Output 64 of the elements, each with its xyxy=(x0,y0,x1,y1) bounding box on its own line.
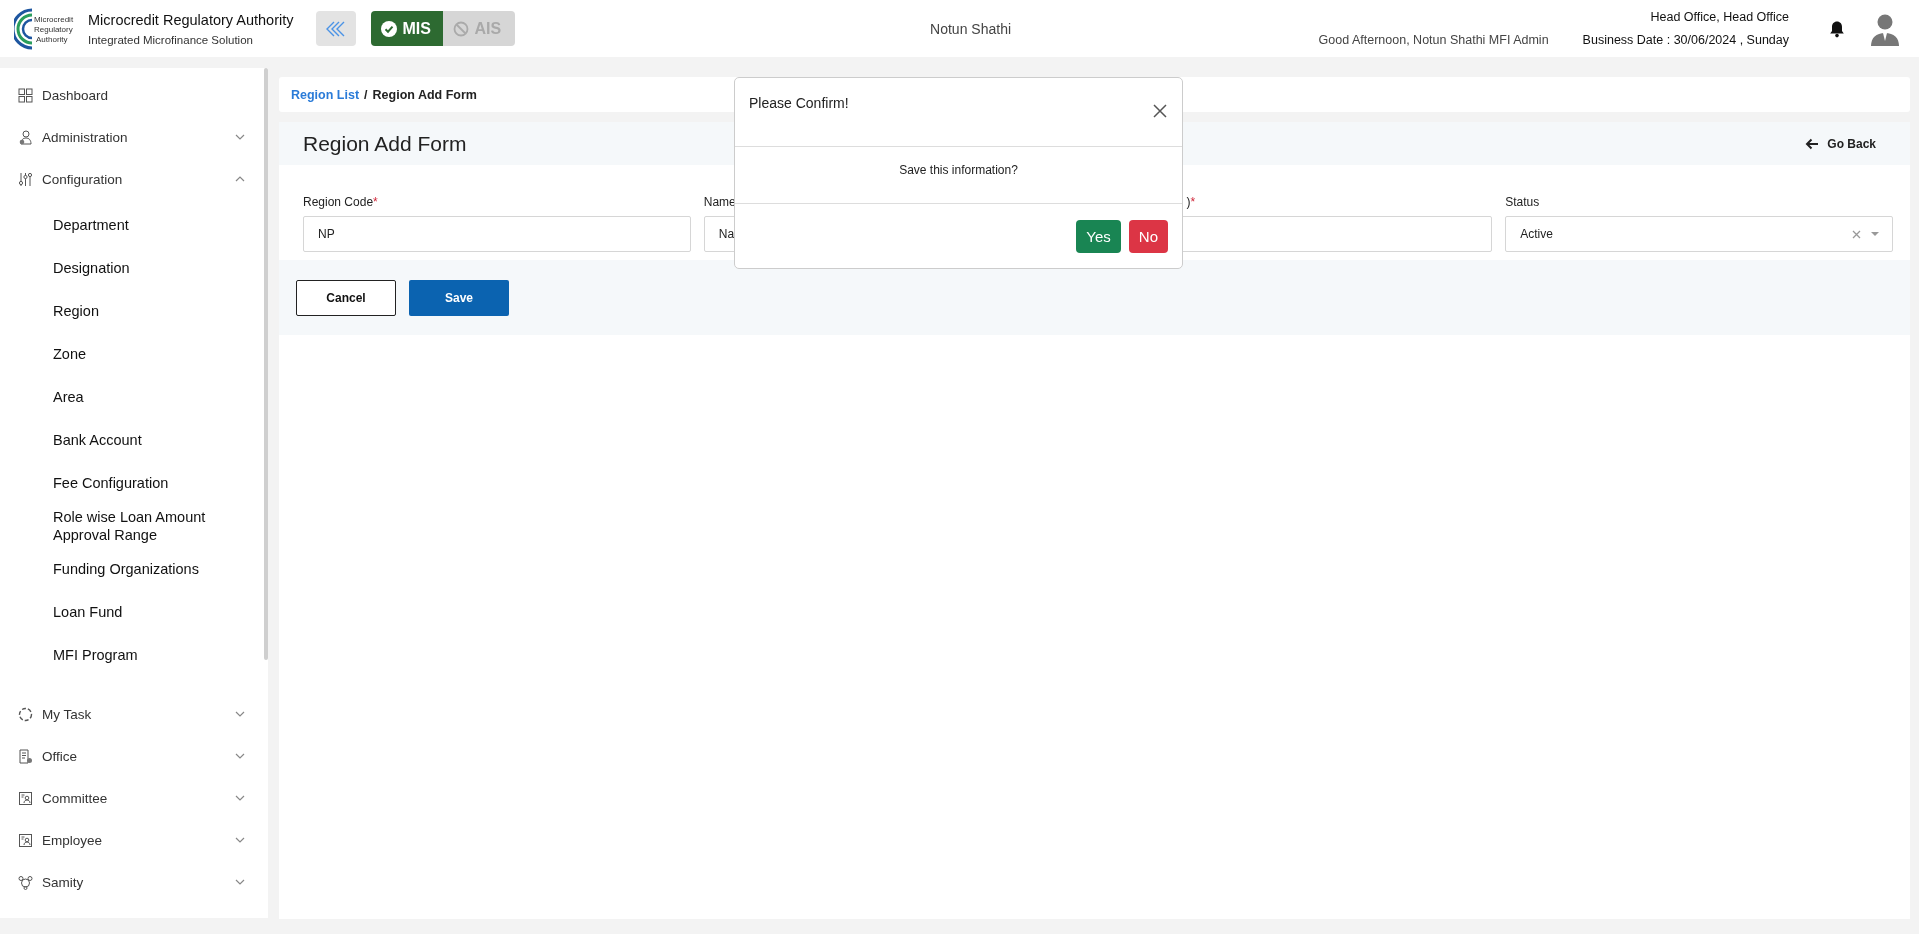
dashed-circle-icon xyxy=(18,706,33,722)
sliders-icon xyxy=(18,171,33,187)
organization-name: Notun Shathi xyxy=(929,20,1013,37)
sidebar-item[interactable]: Employee xyxy=(0,819,268,861)
caret-icon xyxy=(1870,231,1880,237)
sidebar-item[interactable]: Dashboard xyxy=(0,74,268,116)
business-date: Business Date : 30/06/2024 , Sunday xyxy=(1582,33,1789,47)
greeting-text: Good Afternoon, Notun Shathi MFI Admin xyxy=(1318,33,1549,47)
form-title: Region Add Form xyxy=(303,131,467,156)
sidebar-item[interactable]: Administration xyxy=(0,116,268,158)
required-mark: * xyxy=(373,195,378,209)
scrollbar-thumb[interactable] xyxy=(264,68,268,660)
dialog-title: Please Confirm! xyxy=(749,95,849,113)
sidebar-subitem[interactable]: Role wise Loan Amount Approval Range xyxy=(53,507,233,544)
clear-icon[interactable] xyxy=(1852,229,1861,239)
field-label: Region Code xyxy=(303,195,374,209)
sidebar-subitem[interactable]: Loan Fund xyxy=(53,602,123,621)
sidebar-subitem[interactable]: Fee Configuration xyxy=(53,473,169,492)
field-label: ) xyxy=(1186,195,1191,209)
sidebar-subitem[interactable]: Region xyxy=(53,301,99,320)
field-label: Name xyxy=(703,195,736,209)
group-icon xyxy=(18,874,33,890)
status-select[interactable]: Active xyxy=(1505,216,1893,252)
input-field[interactable]: NP xyxy=(303,216,691,252)
document-user-icon xyxy=(18,832,33,848)
breadcrumb-current: Region Add Form xyxy=(372,87,477,102)
required-mark: * xyxy=(1190,195,1196,209)
double-chevron-icon xyxy=(324,19,347,38)
ban-icon xyxy=(452,20,469,37)
save-button[interactable]: Save xyxy=(409,279,509,316)
grid-icon xyxy=(18,87,33,103)
sidebar-subitem[interactable]: Funding Organizations xyxy=(53,559,199,578)
sidebar-subitem[interactable]: Department xyxy=(53,215,129,234)
document-icon xyxy=(18,748,33,764)
app-subtitle: Integrated Microfinance Solution xyxy=(88,33,254,46)
office-name: Head Office, Head Office xyxy=(1650,10,1789,24)
arrow-left-icon xyxy=(1805,137,1820,150)
collapse-button[interactable] xyxy=(315,11,356,46)
sidebar-subitem[interactable]: Designation xyxy=(53,258,130,277)
close-button[interactable] xyxy=(1152,103,1168,119)
dialog-message: Save this information? xyxy=(899,163,1018,179)
mode-tab[interactable]: MIS xyxy=(370,11,443,46)
sidebar-item[interactable]: Committee xyxy=(0,777,268,819)
sidebar-subitem[interactable]: Area xyxy=(53,387,84,406)
sidebar-item[interactable]: My Task xyxy=(0,693,268,735)
cancel-button[interactable]: Cancel xyxy=(296,279,396,316)
check-icon xyxy=(380,20,397,37)
no-button[interactable]: No xyxy=(1128,220,1168,253)
yes-button[interactable]: Yes xyxy=(1076,220,1121,253)
app-title: Microcredit Regulatory Authority xyxy=(88,11,294,28)
sidebar-item[interactable]: Configuration xyxy=(0,158,268,200)
user-gear-icon xyxy=(18,129,33,145)
bell-icon[interactable] xyxy=(1829,19,1845,38)
go-back-button[interactable]: Go Back xyxy=(1805,136,1876,151)
logo: Microcredit Regulatory Authority xyxy=(14,6,80,51)
field-label: Status xyxy=(1505,195,1540,209)
sidebar-subitem[interactable]: MFI Program xyxy=(53,645,138,664)
sidebar-subitem[interactable]: Zone xyxy=(53,344,87,363)
sidebar-subitem[interactable]: Bank Account xyxy=(53,430,142,449)
document-user-icon xyxy=(18,790,33,806)
breadcrumb-link[interactable]: Region List xyxy=(291,87,360,102)
sidebar-item[interactable]: Samity xyxy=(0,861,268,903)
breadcrumb-separator: / xyxy=(364,87,368,102)
sidebar-item[interactable]: Office xyxy=(0,735,268,777)
